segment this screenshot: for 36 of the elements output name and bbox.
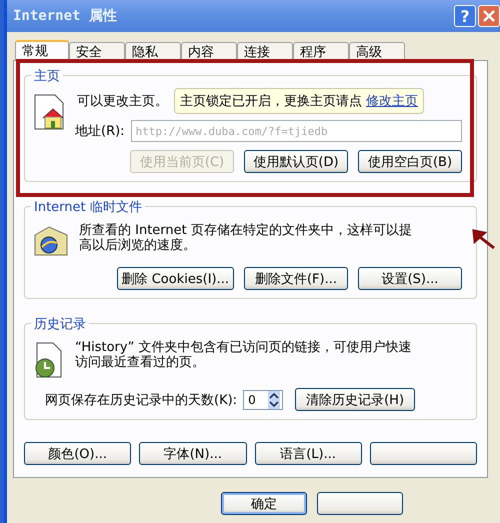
button[interactable]: 使用默认页(D): [244, 150, 348, 173]
button[interactable]: 清除历史记录(H): [295, 388, 416, 411]
group-title: 历史记录: [31, 315, 89, 333]
button[interactable]: [370, 442, 477, 465]
days-label: 网页保存在历史记录中的天数(K):: [45, 392, 238, 408]
button[interactable]: 删除文件(F)...: [244, 267, 348, 290]
group-title: Internet 临时文件: [31, 198, 145, 216]
homepage-note: 可以更改主页。: [77, 93, 168, 110]
tab[interactable]: 隐私: [125, 42, 181, 60]
tab[interactable]: 内容: [181, 42, 237, 60]
window-title: Internet 属性: [13, 7, 117, 25]
button[interactable]: 确定: [221, 492, 307, 515]
tooltip-text: 主页锁定已开启，更换主页请点: [180, 93, 362, 110]
button[interactable]: 颜色(O)...: [24, 442, 132, 465]
tab[interactable]: 高级: [349, 42, 405, 60]
button[interactable]: 字体(N)...: [139, 442, 246, 465]
tab[interactable]: 常规: [15, 40, 69, 60]
button[interactable]: 语言(L)...: [254, 442, 362, 465]
change-homepage-link[interactable]: 修改主页: [366, 92, 418, 110]
arrow-drawing: [470, 228, 496, 250]
button[interactable]: 设置(S)...: [358, 267, 462, 290]
description: “History” 文件夹中包含有已访问页的链接，可使用户快速访问最近查看过的页。: [75, 340, 412, 370]
tab[interactable]: 安全: [69, 42, 125, 60]
group-title: 主页: [31, 67, 63, 85]
tab[interactable]: 程序: [293, 42, 349, 60]
help-button[interactable]: ?: [454, 5, 476, 27]
button[interactable]: [317, 492, 403, 515]
description: 所查看的 Internet 页存储在特定的文件夹中，这样可以提高以后浏览的速度。: [79, 223, 413, 253]
close-button[interactable]: [478, 5, 500, 27]
button[interactable]: 删除 Cookies(I)...: [116, 267, 234, 290]
close-icon: [482, 9, 496, 23]
days-spinner[interactable]: 0: [243, 390, 284, 410]
tab[interactable]: 连接: [237, 42, 293, 60]
button[interactable]: 使用空白页(B): [358, 150, 462, 173]
address-label: 地址(R):: [75, 123, 125, 140]
spin-arrows-icon[interactable]: [268, 390, 280, 408]
